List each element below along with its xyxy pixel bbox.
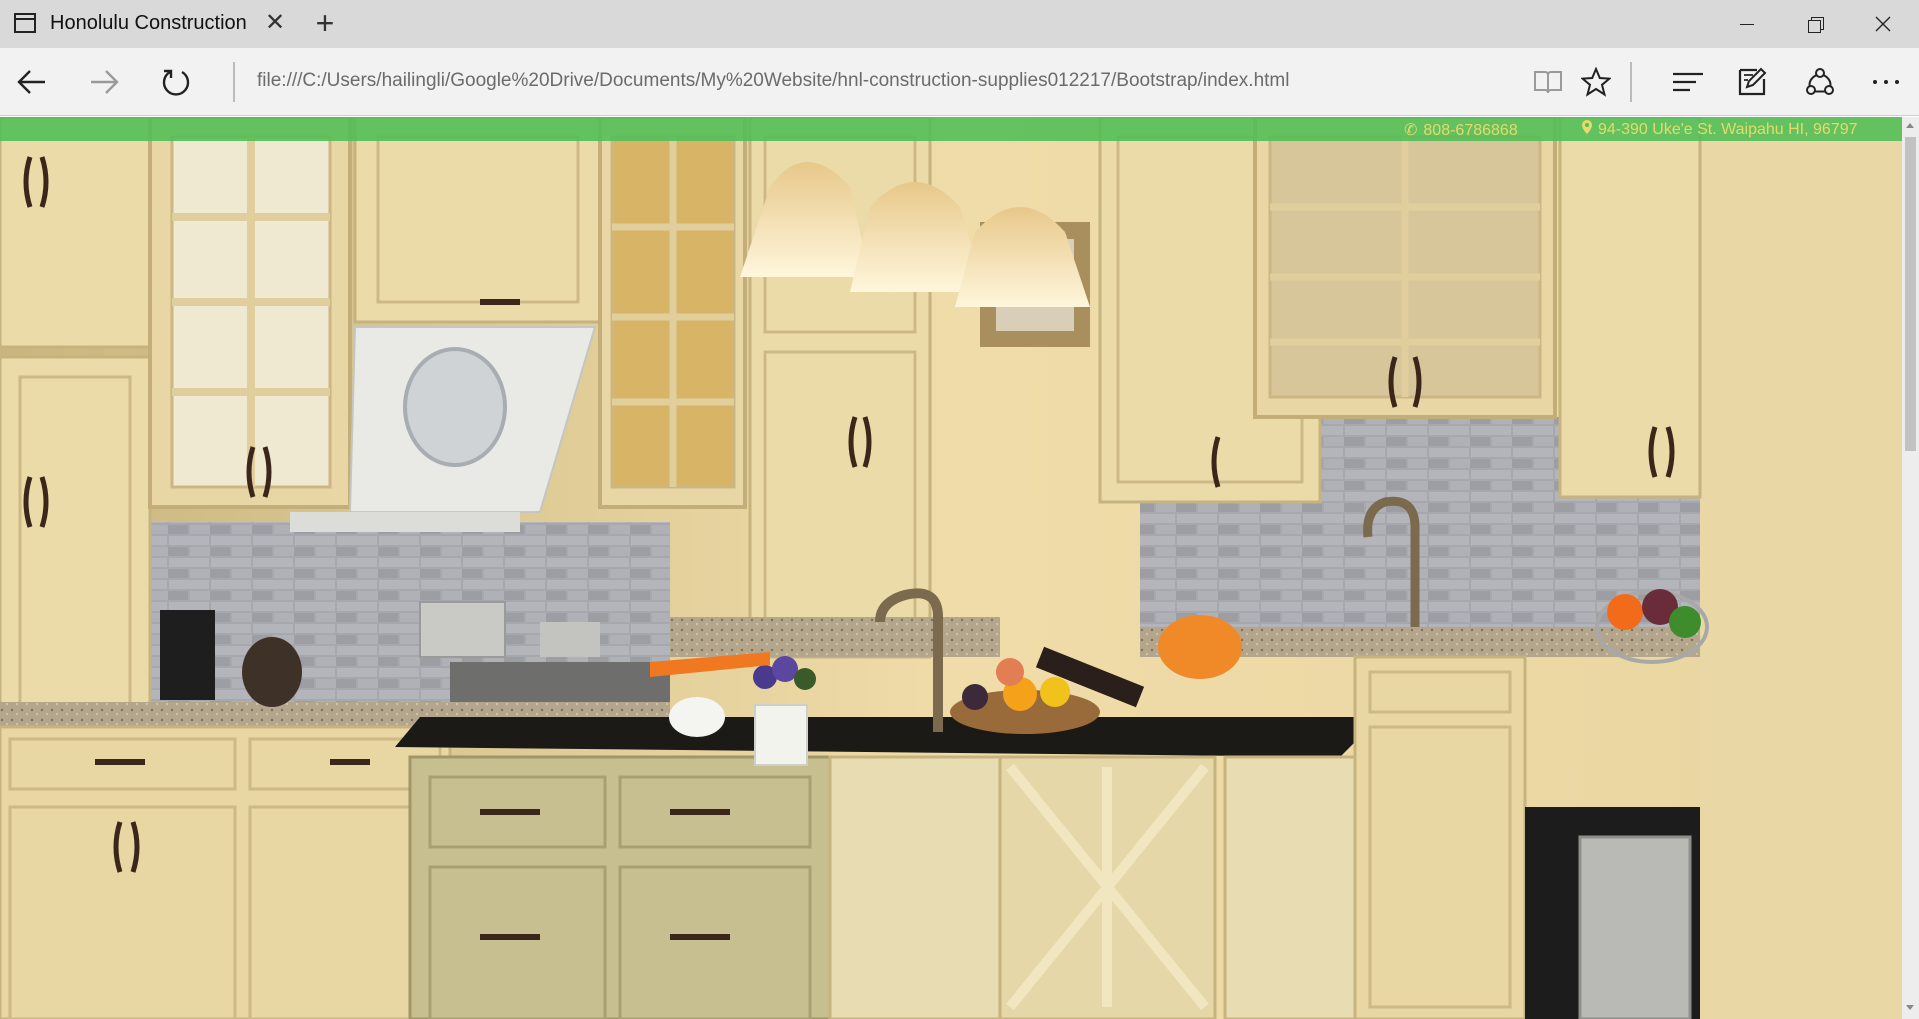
navigation-bar: file:///C:/Users/hailingli/Google%20Driv…: [0, 48, 1919, 116]
share-button[interactable]: [1798, 60, 1842, 104]
toolbar-separator: [1630, 62, 1632, 102]
restore-button[interactable]: [1782, 0, 1848, 48]
map-marker-icon: [1582, 120, 1592, 134]
forward-button[interactable]: [82, 60, 126, 104]
web-note-button[interactable]: [1730, 60, 1774, 104]
share-icon: [1806, 68, 1834, 95]
more-button[interactable]: [1864, 60, 1908, 104]
address-text: 94-390 Uke'e St. Waipahu HI, 96797: [1598, 121, 1858, 138]
web-note-icon: [1738, 67, 1767, 96]
page-scrollbar[interactable]: [1902, 117, 1919, 1019]
url-separator: [233, 62, 235, 102]
scroll-up-icon[interactable]: [1906, 123, 1914, 128]
contact-phone[interactable]: ✆ 808-6786868: [1404, 120, 1518, 140]
favorites-button[interactable]: [1574, 60, 1618, 104]
new-tab-button[interactable]: +: [310, 7, 340, 39]
refresh-button[interactable]: [154, 60, 198, 104]
browser-tab[interactable]: Honolulu Construction ✕: [0, 0, 296, 48]
title-bar: Honolulu Construction ✕ +: [0, 0, 1919, 48]
back-arrow-icon: [17, 70, 45, 94]
minimize-icon: [1740, 23, 1754, 25]
contact-address[interactable]: 94-390 Uke'e St. Waipahu HI, 96797: [1582, 120, 1858, 139]
kitchen-hero-image: [0, 117, 1902, 1019]
scroll-down-icon[interactable]: [1906, 1005, 1914, 1010]
minimize-button[interactable]: [1714, 0, 1780, 48]
phone-text: 808-6786868: [1423, 122, 1518, 139]
more-icon: [1873, 80, 1899, 84]
forward-arrow-icon: [91, 70, 119, 94]
address-field[interactable]: file:///C:/Users/hailingli/Google%20Driv…: [257, 70, 1289, 92]
reading-view-icon: [1534, 71, 1562, 94]
hub-button[interactable]: [1666, 60, 1710, 104]
hub-icon: [1673, 72, 1703, 92]
scroll-thumb[interactable]: [1905, 137, 1916, 451]
page-icon: [14, 13, 36, 33]
phone-icon: ✆: [1404, 122, 1418, 139]
close-window-button[interactable]: [1850, 0, 1916, 48]
close-tab-icon[interactable]: ✕: [262, 10, 288, 36]
refresh-icon: [162, 69, 190, 96]
back-button[interactable]: [10, 60, 54, 104]
page-viewport: ✆ 808-6786868 94-390 Uke'e St. Waipahu HI…: [0, 117, 1919, 1019]
restore-icon: [1808, 17, 1824, 33]
contact-bar: ✆ 808-6786868 94-390 Uke'e St. Waipahu HI…: [0, 117, 1902, 141]
reading-view-button[interactable]: [1526, 60, 1570, 104]
favorite-star-icon: [1581, 67, 1611, 97]
close-icon: [1875, 16, 1891, 32]
tab-title: Honolulu Construction: [50, 12, 247, 34]
